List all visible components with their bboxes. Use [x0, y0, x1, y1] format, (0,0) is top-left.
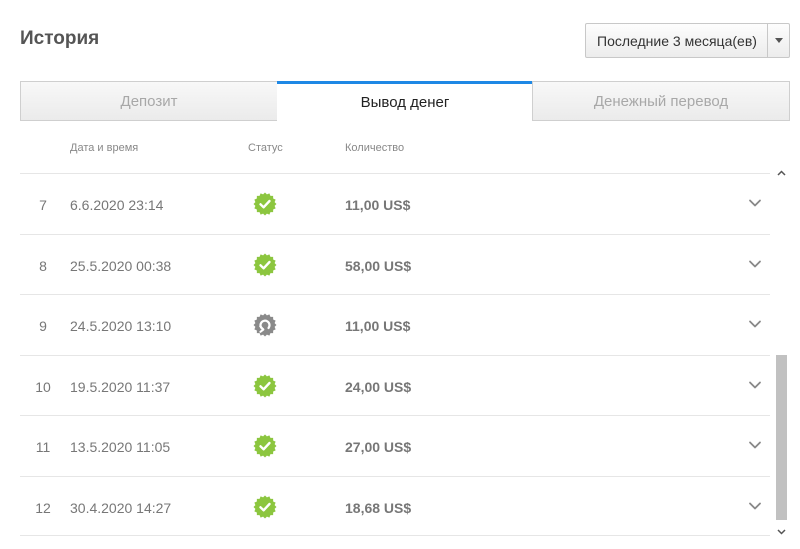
row-date: 19.5.2020 11:37	[70, 378, 171, 395]
check-badge-icon	[253, 495, 277, 518]
row-amount: 11,00 US$	[345, 197, 411, 213]
row-date: 6.6.2020 23:14	[70, 197, 164, 213]
chevron-up-icon	[777, 169, 786, 176]
check-badge-icon	[253, 253, 277, 276]
table-row[interactable]: 8 25.5.2020 00:38 58,00 US$	[20, 233, 770, 295]
check-badge-icon	[253, 192, 277, 216]
row-number: 8	[39, 257, 47, 274]
row-amount: 27,00 US$	[345, 439, 412, 455]
table-row[interactable]: 9 24.5.2020 13:10 11,00 US$	[20, 294, 770, 355]
chevron-down-icon[interactable]	[748, 317, 762, 331]
row-amount: 18,68 US$	[345, 499, 412, 516]
return-badge-icon	[253, 313, 277, 337]
scroll-up-button[interactable]	[774, 165, 789, 180]
scrollbar[interactable]	[774, 165, 789, 539]
row-date: 24.5.2020 13:10	[70, 318, 172, 334]
row-number: 7	[39, 197, 47, 213]
chevron-down-icon[interactable]	[748, 499, 762, 513]
row-date: 25.5.2020 00:38	[70, 257, 172, 274]
table-row[interactable]: 7 6.6.2020 23:14 11,00 US$	[20, 173, 770, 234]
period-select-label: Последние 3 месяца(ев)	[597, 32, 757, 49]
table-row[interactable]: 10 19.5.2020 11:37 24,00 US$	[20, 354, 770, 416]
tab-transfer[interactable]: Денежный перевод	[532, 81, 790, 121]
scroll-thumb[interactable]	[776, 355, 787, 520]
check-badge-icon	[253, 374, 277, 397]
column-header-amount: Количество	[345, 142, 405, 154]
row-number: 11	[35, 439, 51, 455]
chevron-down-icon[interactable]	[748, 378, 762, 392]
period-select[interactable]: Последние 3 месяца(ев)	[585, 23, 790, 58]
chevron-down-icon[interactable]	[748, 196, 762, 210]
table-row[interactable]: 12 30.4.2020 14:27 18,68 US$	[20, 475, 770, 536]
row-number: 10	[35, 378, 51, 395]
tabs: Депозит Вывод денег Денежный перевод	[20, 81, 790, 121]
row-date: 13.5.2020 11:05	[70, 439, 171, 455]
chevron-down-icon[interactable]	[748, 438, 762, 452]
chevron-down-icon	[777, 528, 786, 535]
scroll-track[interactable]	[776, 180, 787, 524]
tab-deposit[interactable]: Депозит	[20, 81, 278, 121]
chevron-down-icon[interactable]	[748, 257, 762, 271]
withdrawal-list: 7 6.6.2020 23:14 11,00 US$ 8 25.5.2020 00:38…	[20, 173, 770, 545]
column-headers: Дата и время Статус Количество	[0, 142, 800, 156]
tab-withdrawal[interactable]: Вывод денег	[277, 81, 533, 121]
chevron-down-icon[interactable]	[767, 24, 789, 57]
column-header-date: Дата и время	[70, 142, 139, 154]
page-title: История	[20, 28, 100, 49]
row-number: 12	[35, 499, 51, 516]
row-number: 9	[39, 318, 47, 334]
row-amount: 24,00 US$	[345, 378, 412, 395]
scroll-down-button[interactable]	[774, 524, 789, 539]
row-amount: 11,00 US$	[345, 318, 411, 334]
row-amount: 58,00 US$	[345, 257, 412, 274]
table-row[interactable]: 11 13.5.2020 11:05 27,00 US$	[20, 415, 770, 476]
check-badge-icon	[253, 434, 277, 458]
row-date: 30.4.2020 14:27	[70, 499, 172, 516]
column-header-status: Статус	[248, 142, 283, 154]
